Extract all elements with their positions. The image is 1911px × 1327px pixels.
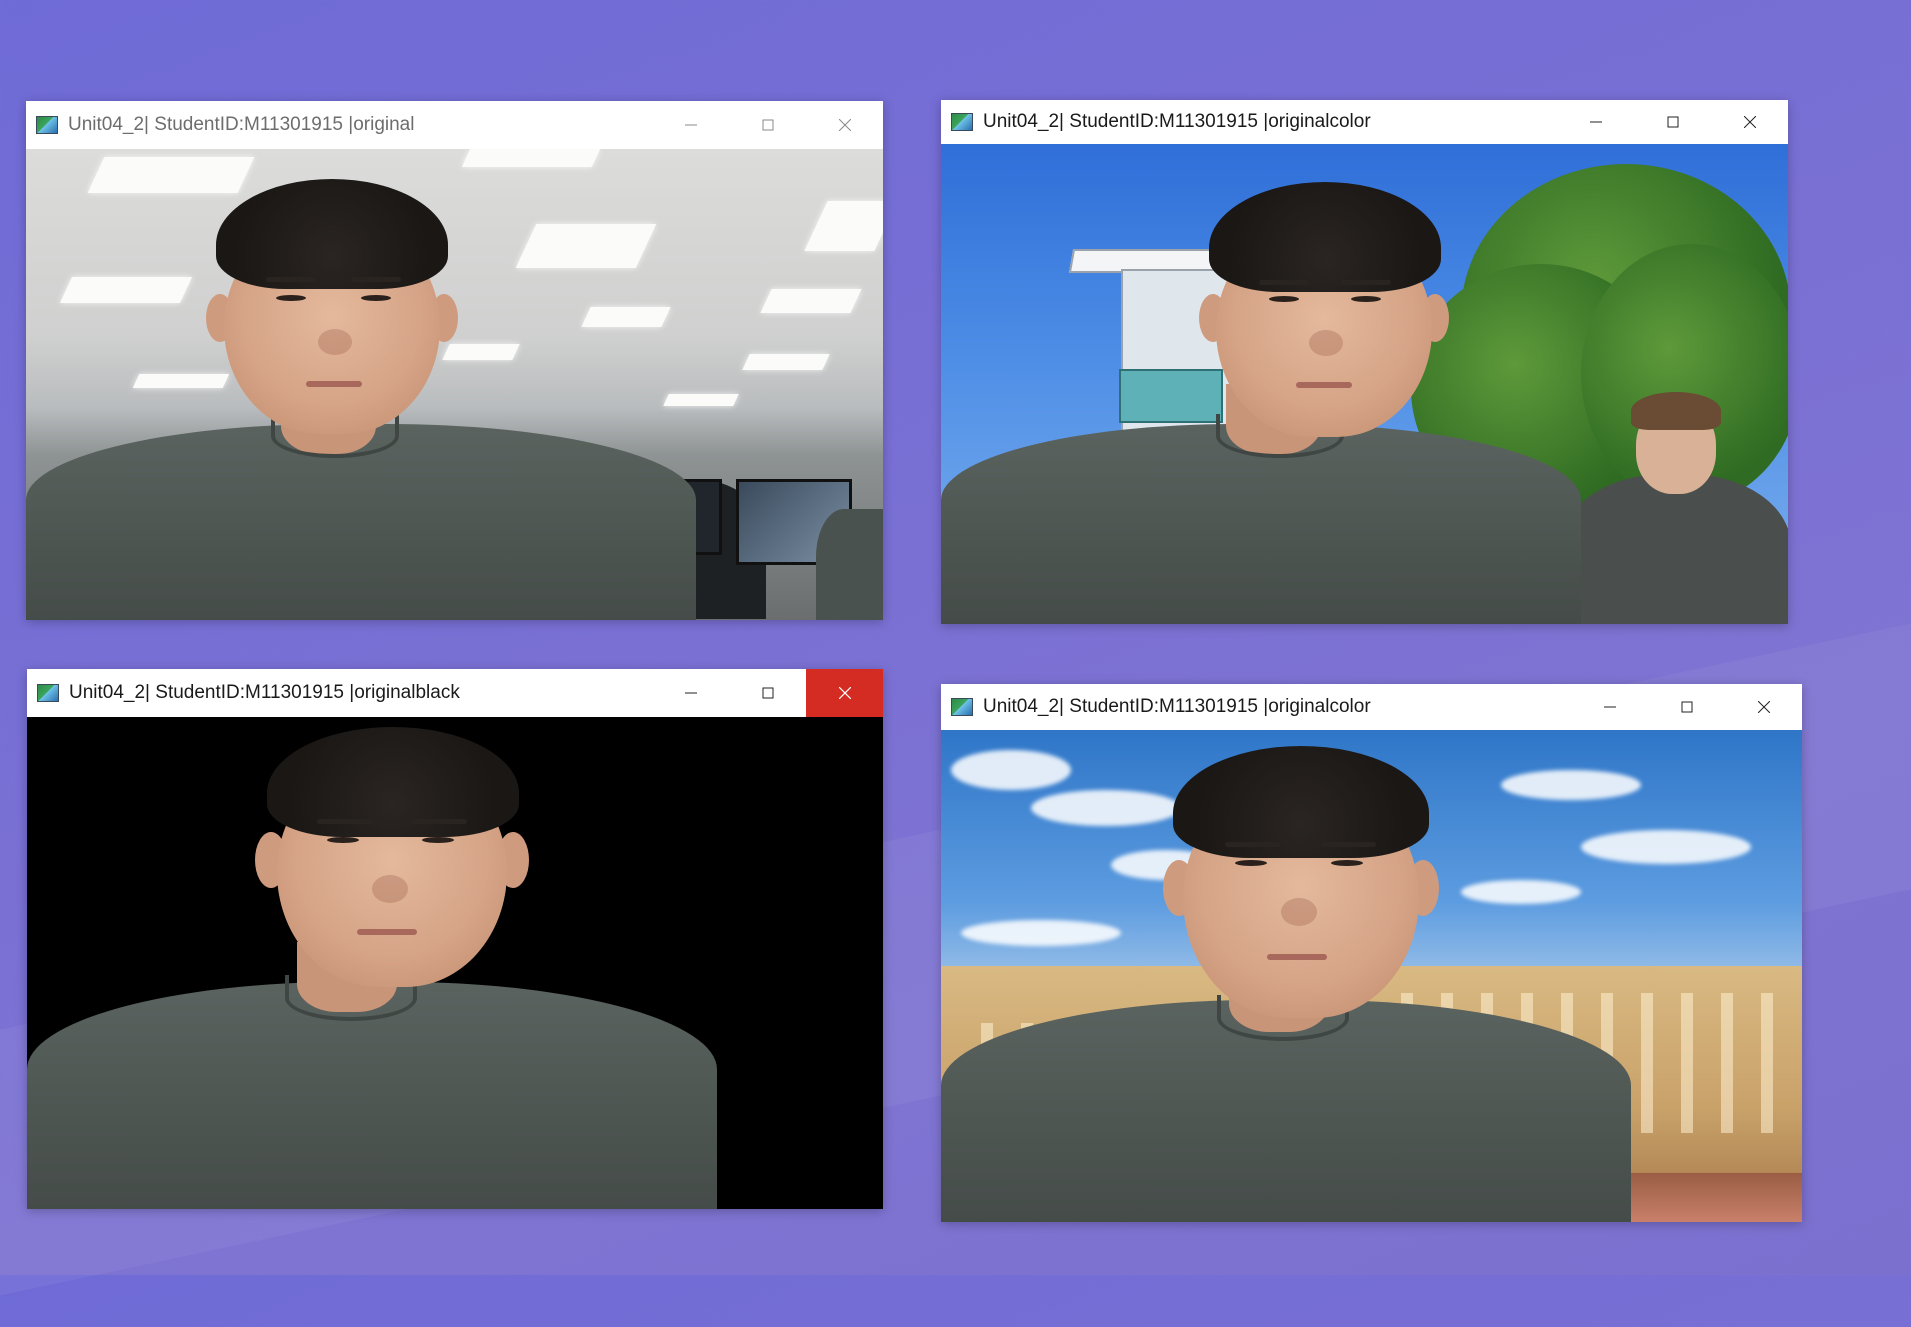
- minimize-button[interactable]: [652, 669, 729, 717]
- person: [941, 144, 1788, 624]
- maximize-button[interactable]: [1648, 684, 1725, 730]
- video-frame: [26, 149, 883, 620]
- video-frame: [941, 730, 1802, 1222]
- close-icon: [838, 119, 851, 131]
- maximize-icon: [762, 119, 773, 131]
- window-originalblack[interactable]: Unit04_2| StudentID:M11301915 |originalb…: [27, 669, 883, 1209]
- titlebar[interactable]: Unit04_2| StudentID:M11301915 |originalc…: [941, 100, 1788, 144]
- app-icon: [951, 113, 973, 131]
- close-button[interactable]: [806, 669, 883, 717]
- window-title: Unit04_2| StudentID:M11301915 |originalb…: [69, 682, 460, 703]
- close-icon: [1743, 116, 1756, 128]
- minimize-icon: [1603, 706, 1616, 708]
- minimize-icon: [684, 692, 697, 694]
- app-icon: [36, 116, 58, 134]
- minimize-icon: [684, 124, 697, 126]
- window-title: Unit04_2| StudentID:M11301915 |originalc…: [983, 111, 1371, 132]
- window-originalcolor-building[interactable]: Unit04_2| StudentID:M11301915 |originalc…: [941, 100, 1788, 624]
- app-icon: [951, 698, 973, 716]
- app-icon: [37, 684, 59, 702]
- titlebar[interactable]: Unit04_2| StudentID:M11301915 |original: [26, 101, 883, 149]
- person: [941, 730, 1802, 1222]
- window-title: Unit04_2| StudentID:M11301915 |originalc…: [983, 696, 1371, 717]
- maximize-button[interactable]: [729, 669, 806, 717]
- minimize-button[interactable]: [652, 101, 729, 149]
- window-title: Unit04_2| StudentID:M11301915 |original: [68, 114, 415, 135]
- maximize-icon: [1667, 116, 1678, 128]
- close-icon: [838, 687, 851, 699]
- maximize-button[interactable]: [1634, 100, 1711, 144]
- minimize-button[interactable]: [1557, 100, 1634, 144]
- person: [26, 149, 883, 620]
- maximize-icon: [1681, 701, 1692, 713]
- maximize-button[interactable]: [729, 101, 806, 149]
- close-button[interactable]: [1711, 100, 1788, 144]
- titlebar[interactable]: Unit04_2| StudentID:M11301915 |originalc…: [941, 684, 1802, 730]
- video-frame: [941, 144, 1788, 624]
- window-original[interactable]: Unit04_2| StudentID:M11301915 |original: [26, 101, 883, 620]
- window-originalcolor-palace[interactable]: Unit04_2| StudentID:M11301915 |originalc…: [941, 684, 1802, 1222]
- minimize-button[interactable]: [1571, 684, 1648, 730]
- close-button[interactable]: [806, 101, 883, 149]
- titlebar[interactable]: Unit04_2| StudentID:M11301915 |originalb…: [27, 669, 883, 717]
- video-frame: [27, 717, 883, 1209]
- minimize-icon: [1589, 121, 1602, 123]
- person: [27, 717, 883, 1209]
- close-icon: [1757, 701, 1770, 713]
- maximize-icon: [762, 687, 773, 699]
- close-button[interactable]: [1725, 684, 1802, 730]
